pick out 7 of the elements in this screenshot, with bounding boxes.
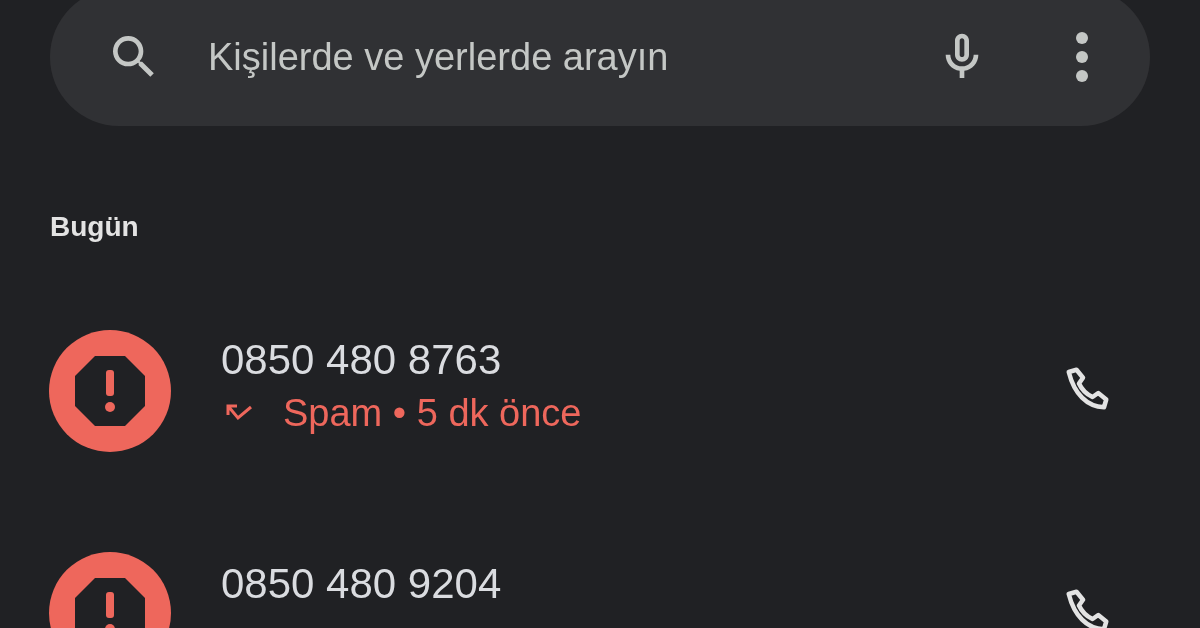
more-options-icon[interactable] — [1074, 31, 1090, 83]
search-input[interactable]: Kişilerde ve yerlerde arayın — [208, 28, 934, 86]
phone-number: 0850 480 9204 — [221, 559, 502, 609]
call-detail: Spam • 5 dk önce — [283, 391, 582, 436]
phone-number: 0850 480 8763 — [221, 335, 502, 385]
section-header: Bugün — [50, 210, 139, 244]
search-field[interactable]: Kişilerde ve yerlerde arayın — [50, 0, 1150, 126]
